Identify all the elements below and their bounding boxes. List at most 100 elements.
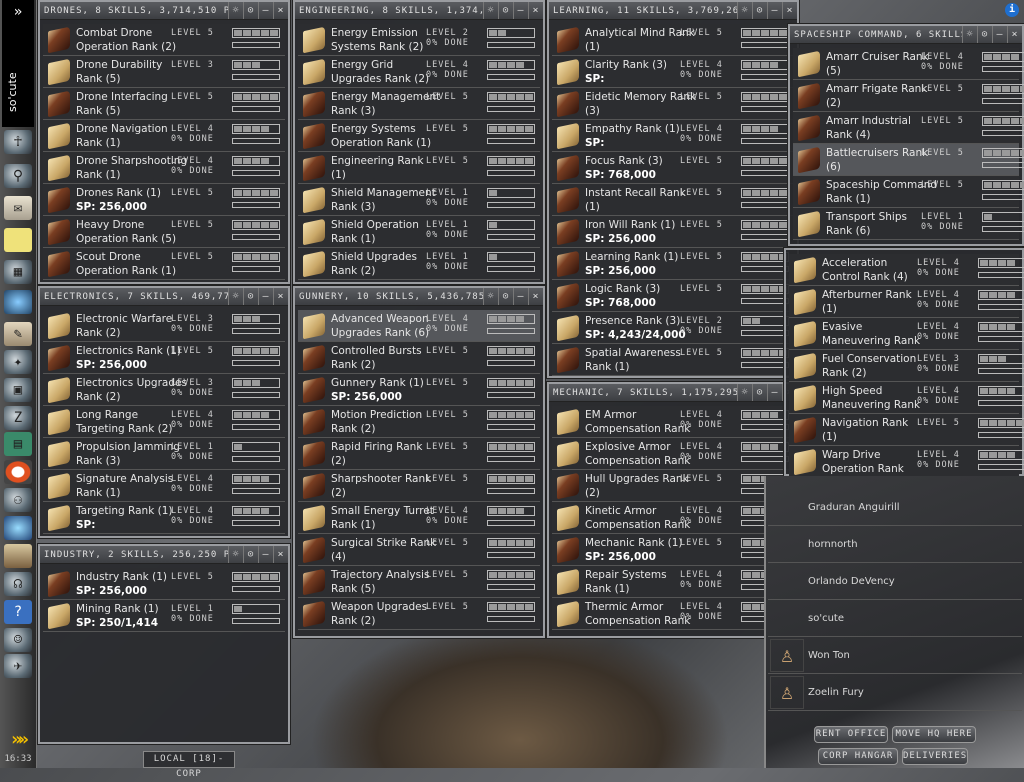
skill-row[interactable]: Amarr Frigate Rank (2) LEVEL 5 [793,80,1024,112]
journal-icon[interactable]: ✎ [4,322,32,346]
move-hq-button[interactable]: MOVE HQ HERE [892,726,976,743]
pin-icon[interactable]: ⊙ [243,546,258,563]
minimize-icon[interactable]: – [767,2,782,19]
close-icon[interactable]: × [782,2,797,19]
corporation-icon[interactable]: ✦ [4,350,32,374]
skill-row[interactable]: Electronics Rank (1) SP: 256,000 LEVEL 5 [43,342,285,374]
close-icon[interactable]: × [528,2,543,19]
skill-row[interactable]: Surgical Strike Rank (4) LEVEL 5 [298,534,540,566]
pin-icon[interactable]: ⊙ [977,26,992,43]
skill-row[interactable]: Spatial Awareness Rank (1) LEVEL 5 [552,344,794,376]
skill-row[interactable]: Navigation Rank (1) LEVEL 5 [789,414,1024,446]
corp-member-row[interactable]: hornnorth [768,527,1022,563]
skill-row[interactable]: High Speed Maneuvering Rank LEVEL 4 0% D… [789,382,1024,414]
settings-icon[interactable]: ☼ [962,26,977,43]
window-header[interactable]: MECHANIC, 7 SKILLS, 1,175,295 POINTS ☼ ⊙… [549,384,797,402]
skill-row[interactable]: Electronics Upgrades Rank (2) LEVEL 3 0%… [43,374,285,406]
rent-office-button[interactable]: RENT OFFICE [814,726,888,743]
window-header[interactable]: LEARNING, 11 SKILLS, 3,769,263 POINTS ☼ … [549,2,797,20]
skill-row[interactable]: Iron Will Rank (1) SP: 256,000 LEVEL 5 [552,216,794,248]
skill-row[interactable]: Long Range Targeting Rank (2) LEVEL 4 0%… [43,406,285,438]
skill-row[interactable]: Energy Systems Operation Rank (1) LEVEL … [298,120,540,152]
skill-row[interactable]: Transport Ships Rank (6) LEVEL 1 0% DONE [793,208,1024,240]
skill-row[interactable]: Focus Rank (3) SP: 768,000 LEVEL 5 [552,152,794,184]
skill-row[interactable]: Weapon Upgrades Rank (2) LEVEL 5 [298,598,540,630]
corp-hangar-button[interactable]: CORP HANGAR [818,748,898,765]
pin-icon[interactable]: ⊙ [498,288,513,305]
corp-member-row[interactable]: so'cute [768,601,1022,637]
skill-row[interactable]: Thermic Armor Compensation Rank LEVEL 4 … [552,598,794,630]
skill-row[interactable]: Mechanic Rank (1) SP: 256,000 LEVEL 5 [552,534,794,566]
minimize-icon[interactable]: – [258,2,273,19]
minimize-icon[interactable]: – [513,288,528,305]
skill-row[interactable]: Repair Systems Rank (1) LEVEL 4 0% DONE [552,566,794,598]
headset-icon[interactable]: ☊ [4,572,32,596]
skill-row[interactable]: Energy Emission Systems Rank (2) LEVEL 2… [298,24,540,56]
skill-row[interactable]: Instant Recall Rank (1) LEVEL 5 [552,184,794,216]
skill-row[interactable]: Propulsion Jamming Rank (3) LEVEL 1 0% D… [43,438,285,470]
skill-row[interactable]: Drone Interfacing Rank (5) LEVEL 5 [43,88,285,120]
expand-icon[interactable]: » [2,4,34,20]
skill-row[interactable]: Scout Drone Operation Rank (1) LEVEL 5 [43,248,285,280]
chat-tab-local[interactable]: LOCAL [18]-CORP [143,751,235,779]
skill-row[interactable]: Clarity Rank (3) SP: LEVEL 4 0% DONE [552,56,794,88]
window-header[interactable]: DRONES, 8 SKILLS, 3,714,510 POINTS ☼ ⊙ –… [40,2,288,20]
skill-row[interactable]: Eidetic Memory Rank (3) LEVEL 5 [552,88,794,120]
minimize-icon[interactable]: – [258,288,273,305]
skill-row[interactable]: Combat Drone Operation Rank (2) LEVEL 5 [43,24,285,56]
skill-row[interactable]: Shield Management Rank (3) LEVEL 1 0% DO… [298,184,540,216]
minimize-icon[interactable]: – [767,384,782,401]
settings-icon[interactable]: ☼ [483,288,498,305]
close-icon[interactable]: × [528,288,543,305]
portrait-icon[interactable]: ☺ [4,628,32,652]
window-header[interactable]: SPACESHIP COMMAND, 6 SKILLS, 3,555 ☼ ⊙ –… [790,26,1022,44]
skill-row[interactable]: Advanced Weapon Upgrades Rank (6) LEVEL … [298,310,540,342]
skill-row[interactable]: Presence Rank (3) SP: 4,243/24,000 LEVEL… [552,312,794,344]
skill-row[interactable]: Drones Rank (1) SP: 256,000 LEVEL 5 [43,184,285,216]
skill-row[interactable]: Heavy Drone Operation Rank (5) LEVEL 5 [43,216,285,248]
people-icon[interactable]: ⚇ [4,488,32,512]
window-header[interactable]: GUNNERY, 10 SKILLS, 5,436,785 POINTS ☼ ⊙… [295,288,543,306]
minimize-icon[interactable]: – [992,26,1007,43]
skill-row[interactable]: EM Armor Compensation Rank LEVEL 4 0% DO… [552,406,794,438]
skill-row[interactable]: Targeting Rank (1) SP: LEVEL 4 0% DONE [43,502,285,534]
corp-member-row[interactable]: Graduran Anguirill [768,490,1022,526]
skill-row[interactable]: Hull Upgrades Rank (2) LEVEL 5 [552,470,794,502]
skill-row[interactable]: Drone Navigation Rank (1) LEVEL 4 0% DON… [43,120,285,152]
pin-icon[interactable]: ⊙ [243,2,258,19]
skill-row[interactable]: Industry Rank (1) SP: 256,000 LEVEL 5 [43,568,285,600]
settings-icon[interactable]: ☼ [228,2,243,19]
skill-row[interactable]: Rapid Firing Rank (2) LEVEL 5 [298,438,540,470]
search-icon[interactable]: ⚲ [4,164,32,188]
neocom-expand-arrow-icon[interactable]: »» [4,730,32,750]
skill-row[interactable]: Engineering Rank (1) LEVEL 5 [298,152,540,184]
skill-row[interactable]: Kinetic Armor Compensation Rank LEVEL 4 … [552,502,794,534]
skill-row[interactable]: Afterburner Rank (1) LEVEL 4 0% DONE [789,286,1024,318]
skill-row[interactable]: Explosive Armor Compensation Rank LEVEL … [552,438,794,470]
corp-member-row[interactable]: ♙ Zoelin Fury [768,675,1022,711]
map-icon[interactable] [4,290,32,314]
skill-row[interactable]: Sharpshooter Rank (2) LEVEL 5 [298,470,540,502]
skill-row[interactable]: Empathy Rank (1) SP: LEVEL 4 0% DONE [552,120,794,152]
skill-row[interactable]: Signature Analysis Rank (1) LEVEL 4 0% D… [43,470,285,502]
skill-row[interactable]: Fuel Conservation Rank (2) LEVEL 3 0% DO… [789,350,1024,382]
notepad-icon[interactable] [4,228,32,252]
close-icon[interactable]: × [273,546,288,563]
pin-icon[interactable]: ⊙ [243,288,258,305]
skill-row[interactable]: Electronic Warfare Rank (2) LEVEL 3 0% D… [43,310,285,342]
calculator-icon[interactable]: ▤ [4,432,32,456]
skill-row[interactable]: Trajectory Analysis Rank (5) LEVEL 5 [298,566,540,598]
skill-row[interactable]: Analytical Mind Rank (1) LEVEL 5 [552,24,794,56]
assets-icon[interactable]: ▣ [4,378,32,402]
skill-row[interactable]: Evasive Maneuvering Rank LEVEL 4 0% DONE [789,318,1024,350]
mail-icon[interactable]: ✉ [4,196,32,220]
skill-row[interactable]: Drone Durability Rank (5) LEVEL 3 [43,56,285,88]
skill-row[interactable]: Amarr Cruiser Rank (5) LEVEL 4 0% DONE [793,48,1024,80]
pilot-name[interactable]: so'cute [6,72,19,112]
close-icon[interactable]: × [1007,26,1022,43]
corp-member-row[interactable]: ♙ Won Ton [768,638,1022,674]
logbook-icon[interactable] [4,544,32,568]
skill-row[interactable]: Learning Rank (1) SP: 256,000 LEVEL 5 [552,248,794,280]
skill-row[interactable]: Drone Sharpshooting Rank (1) LEVEL 4 0% … [43,152,285,184]
window-header[interactable]: ENGINEERING, 8 SKILLS, 1,374,839 POINTS … [295,2,543,20]
